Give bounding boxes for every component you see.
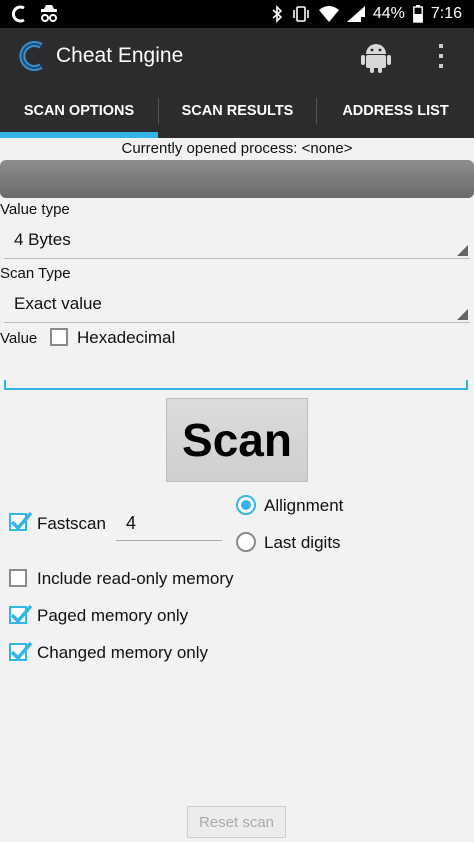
scan-button[interactable]: Scan: [166, 398, 308, 482]
fastscan-label: Fastscan: [37, 514, 106, 533]
checkmark-icon: [10, 511, 33, 531]
incognito-icon: [41, 5, 57, 22]
last-digits-label: Last digits: [264, 533, 341, 552]
fastscan-value-input[interactable]: 4: [116, 510, 222, 541]
cheat-engine-logo-icon: [19, 41, 43, 71]
paged-memory-checkbox[interactable]: [9, 604, 33, 624]
dropdown-arrow-icon: [457, 245, 468, 256]
last-digits-radio[interactable]: [236, 532, 256, 552]
process-label: Currently opened process: <none>: [121, 140, 353, 157]
tab-scan-results[interactable]: SCAN RESULTS: [159, 84, 316, 138]
status-bar: x 44% 7:16: [0, 0, 474, 28]
changed-memory-label: Changed memory only: [37, 643, 209, 662]
allignment-label: Allignment: [264, 496, 344, 515]
battery-icon: [412, 5, 423, 23]
process-select-bar[interactable]: [0, 160, 474, 198]
checkmark-icon: [10, 604, 33, 624]
app-bar: Cheat Engine: [0, 28, 474, 84]
allignment-radio[interactable]: [236, 495, 256, 515]
dropdown-arrow-icon: [457, 309, 468, 320]
tab-bar: SCAN OPTIONS SCAN RESULTS ADDRESS LIST: [0, 84, 474, 138]
hexadecimal-label: Hexadecimal: [77, 328, 176, 347]
include-readonly-label: Include read-only memory: [37, 569, 234, 588]
value-type-label: Value type: [0, 201, 70, 218]
paged-memory-label: Paged memory only: [37, 606, 189, 625]
app-title: Cheat Engine: [56, 44, 184, 67]
fastscan-checkbox[interactable]: [9, 511, 33, 531]
cheat-engine-notification-icon: [11, 5, 25, 23]
reset-scan-button[interactable]: Reset scan: [187, 806, 286, 838]
bluetooth-icon: [272, 5, 282, 23]
tab-address-list[interactable]: ADDRESS LIST: [317, 84, 474, 138]
checkmark-icon: [10, 641, 33, 661]
value-type-selected: 4 Bytes: [14, 230, 71, 249]
scan-type-selected: Exact value: [14, 294, 102, 313]
tab-scan-options[interactable]: SCAN OPTIONS: [0, 84, 158, 138]
wifi-icon: [318, 6, 339, 22]
signal-icon: x: [346, 6, 365, 22]
scan-type-spinner[interactable]: Exact value: [4, 288, 470, 323]
scan-type-label: Scan Type: [0, 265, 71, 282]
svg-text:x: x: [360, 12, 363, 18]
value-type-spinner[interactable]: 4 Bytes: [4, 224, 470, 259]
include-readonly-checkbox[interactable]: [9, 569, 27, 587]
value-label: Value: [0, 330, 38, 347]
value-input[interactable]: [4, 356, 468, 390]
overflow-menu-icon[interactable]: [434, 42, 448, 70]
changed-memory-checkbox[interactable]: [9, 641, 33, 661]
android-icon[interactable]: [358, 38, 394, 74]
vibrate-icon: [293, 6, 309, 22]
battery-percent: 44%: [372, 5, 405, 22]
clock: 7:16: [430, 5, 462, 22]
fastscan-value: 4: [126, 513, 137, 533]
hexadecimal-checkbox[interactable]: [50, 328, 68, 346]
